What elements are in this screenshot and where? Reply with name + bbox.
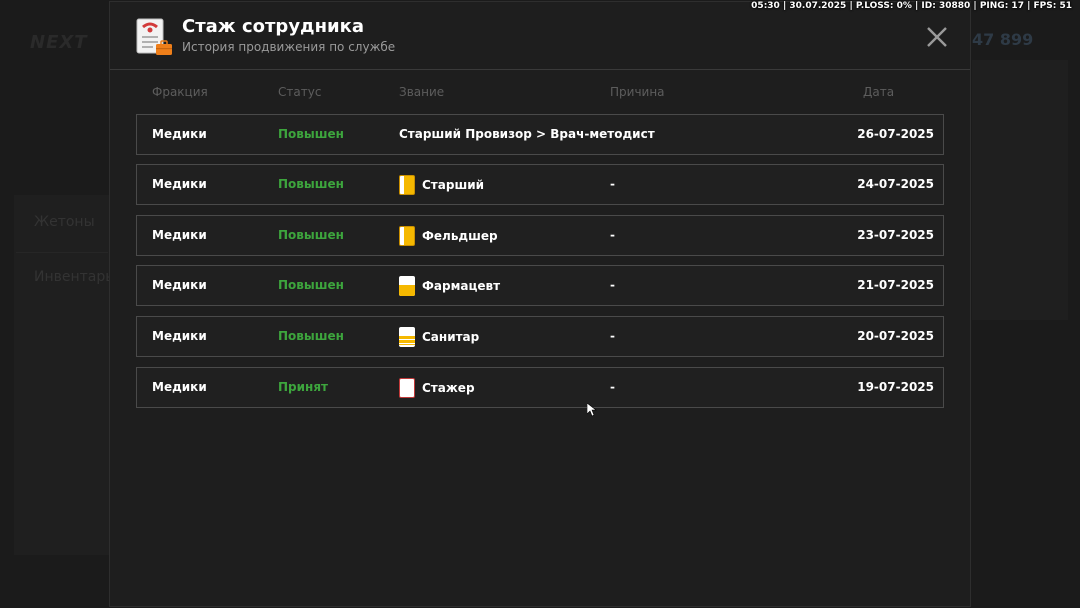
rank-label: Старший: [422, 178, 485, 192]
rank-badge-icon: [399, 327, 415, 347]
background-right-panel: [972, 60, 1068, 320]
row-reason: -: [610, 329, 615, 343]
row-faction: Медики: [152, 278, 207, 292]
column-header-date: Дата: [863, 85, 895, 99]
rank-badge-icon: [399, 276, 415, 296]
rank-label: Фармацевт: [422, 279, 501, 293]
background-menu-tokens: Жетоны: [34, 214, 95, 230]
game-screen: NEXT Жетоны Инвентарь 47 899 Стаж сотруд…: [0, 0, 1080, 608]
row-status: Повышен: [278, 228, 344, 242]
history-row: Медики Повышен Фельдшер - 23-07-2025: [136, 215, 944, 256]
modal-title: Стаж сотрудника: [182, 16, 365, 37]
history-row: Медики Повышен Санитар - 20-07-2025: [136, 316, 944, 357]
history-row: Медики Повышен Старший - 24-07-2025: [136, 164, 944, 205]
row-faction: Медики: [152, 228, 207, 242]
row-date: 23-07-2025: [857, 228, 934, 242]
row-date: 21-07-2025: [857, 278, 934, 292]
server-logo: NEXT: [30, 32, 88, 53]
modal-subtitle: История продвижения по службе: [182, 40, 396, 54]
column-header-reason: Причина: [610, 85, 665, 99]
row-rank: Санитар: [399, 327, 479, 347]
rank-badge-icon: [399, 378, 415, 398]
mouse-cursor-icon: [587, 403, 597, 417]
row-rank: Старший: [399, 175, 484, 195]
background-left-panel: [14, 195, 110, 555]
row-rank: Старший Провизор > Врач-методист: [399, 127, 655, 141]
history-row: Медики Повышен Старший Провизор > Врач-м…: [136, 114, 944, 155]
rank-label: Санитар: [422, 330, 480, 344]
row-faction: Медики: [152, 177, 207, 191]
column-header-status: Статус: [278, 85, 322, 99]
close-icon[interactable]: [924, 24, 950, 50]
row-rank: Фельдшер: [399, 226, 498, 246]
column-header-rank: Звание: [399, 85, 445, 99]
row-reason: -: [610, 380, 615, 394]
background-menu-inventory: Инвентарь: [34, 269, 114, 285]
employee-tenure-modal: Стаж сотрудника История продвижения по с…: [109, 1, 971, 607]
rank-label: Фельдшер: [422, 229, 498, 243]
row-rank: Стажер: [399, 378, 475, 398]
document-briefcase-icon: [136, 18, 172, 55]
row-rank: Фармацевт: [399, 276, 500, 296]
row-reason: -: [610, 278, 615, 292]
row-date: 19-07-2025: [857, 380, 934, 394]
row-status: Повышен: [278, 177, 344, 191]
rank-label: Старший Провизор > Врач-методист: [399, 127, 655, 141]
rank-badge-icon: [399, 175, 415, 195]
background-divider: [16, 252, 108, 253]
background-money: 47 899: [972, 30, 1034, 49]
row-faction: Медики: [152, 329, 207, 343]
row-faction: Медики: [152, 127, 207, 141]
row-date: 26-07-2025: [857, 127, 934, 141]
row-status: Принят: [278, 380, 328, 394]
row-date: 24-07-2025: [857, 177, 934, 191]
rank-label: Стажер: [422, 381, 475, 395]
history-row: Медики Принят Стажер - 19-07-2025: [136, 367, 944, 408]
row-status: Повышен: [278, 127, 344, 141]
status-bar: 05:30 | 30.07.2025 | P.LOSS: 0% | ID: 30…: [751, 1, 1072, 11]
row-date: 20-07-2025: [857, 329, 934, 343]
row-status: Повышен: [278, 278, 344, 292]
row-reason: -: [610, 177, 615, 191]
row-faction: Медики: [152, 380, 207, 394]
column-header-faction: Фракция: [152, 85, 208, 99]
row-status: Повышен: [278, 329, 344, 343]
history-row: Медики Повышен Фармацевт - 21-07-2025: [136, 265, 944, 306]
row-reason: -: [610, 228, 615, 242]
modal-header: Стаж сотрудника История продвижения по с…: [110, 2, 970, 70]
rank-badge-icon: [399, 226, 415, 246]
